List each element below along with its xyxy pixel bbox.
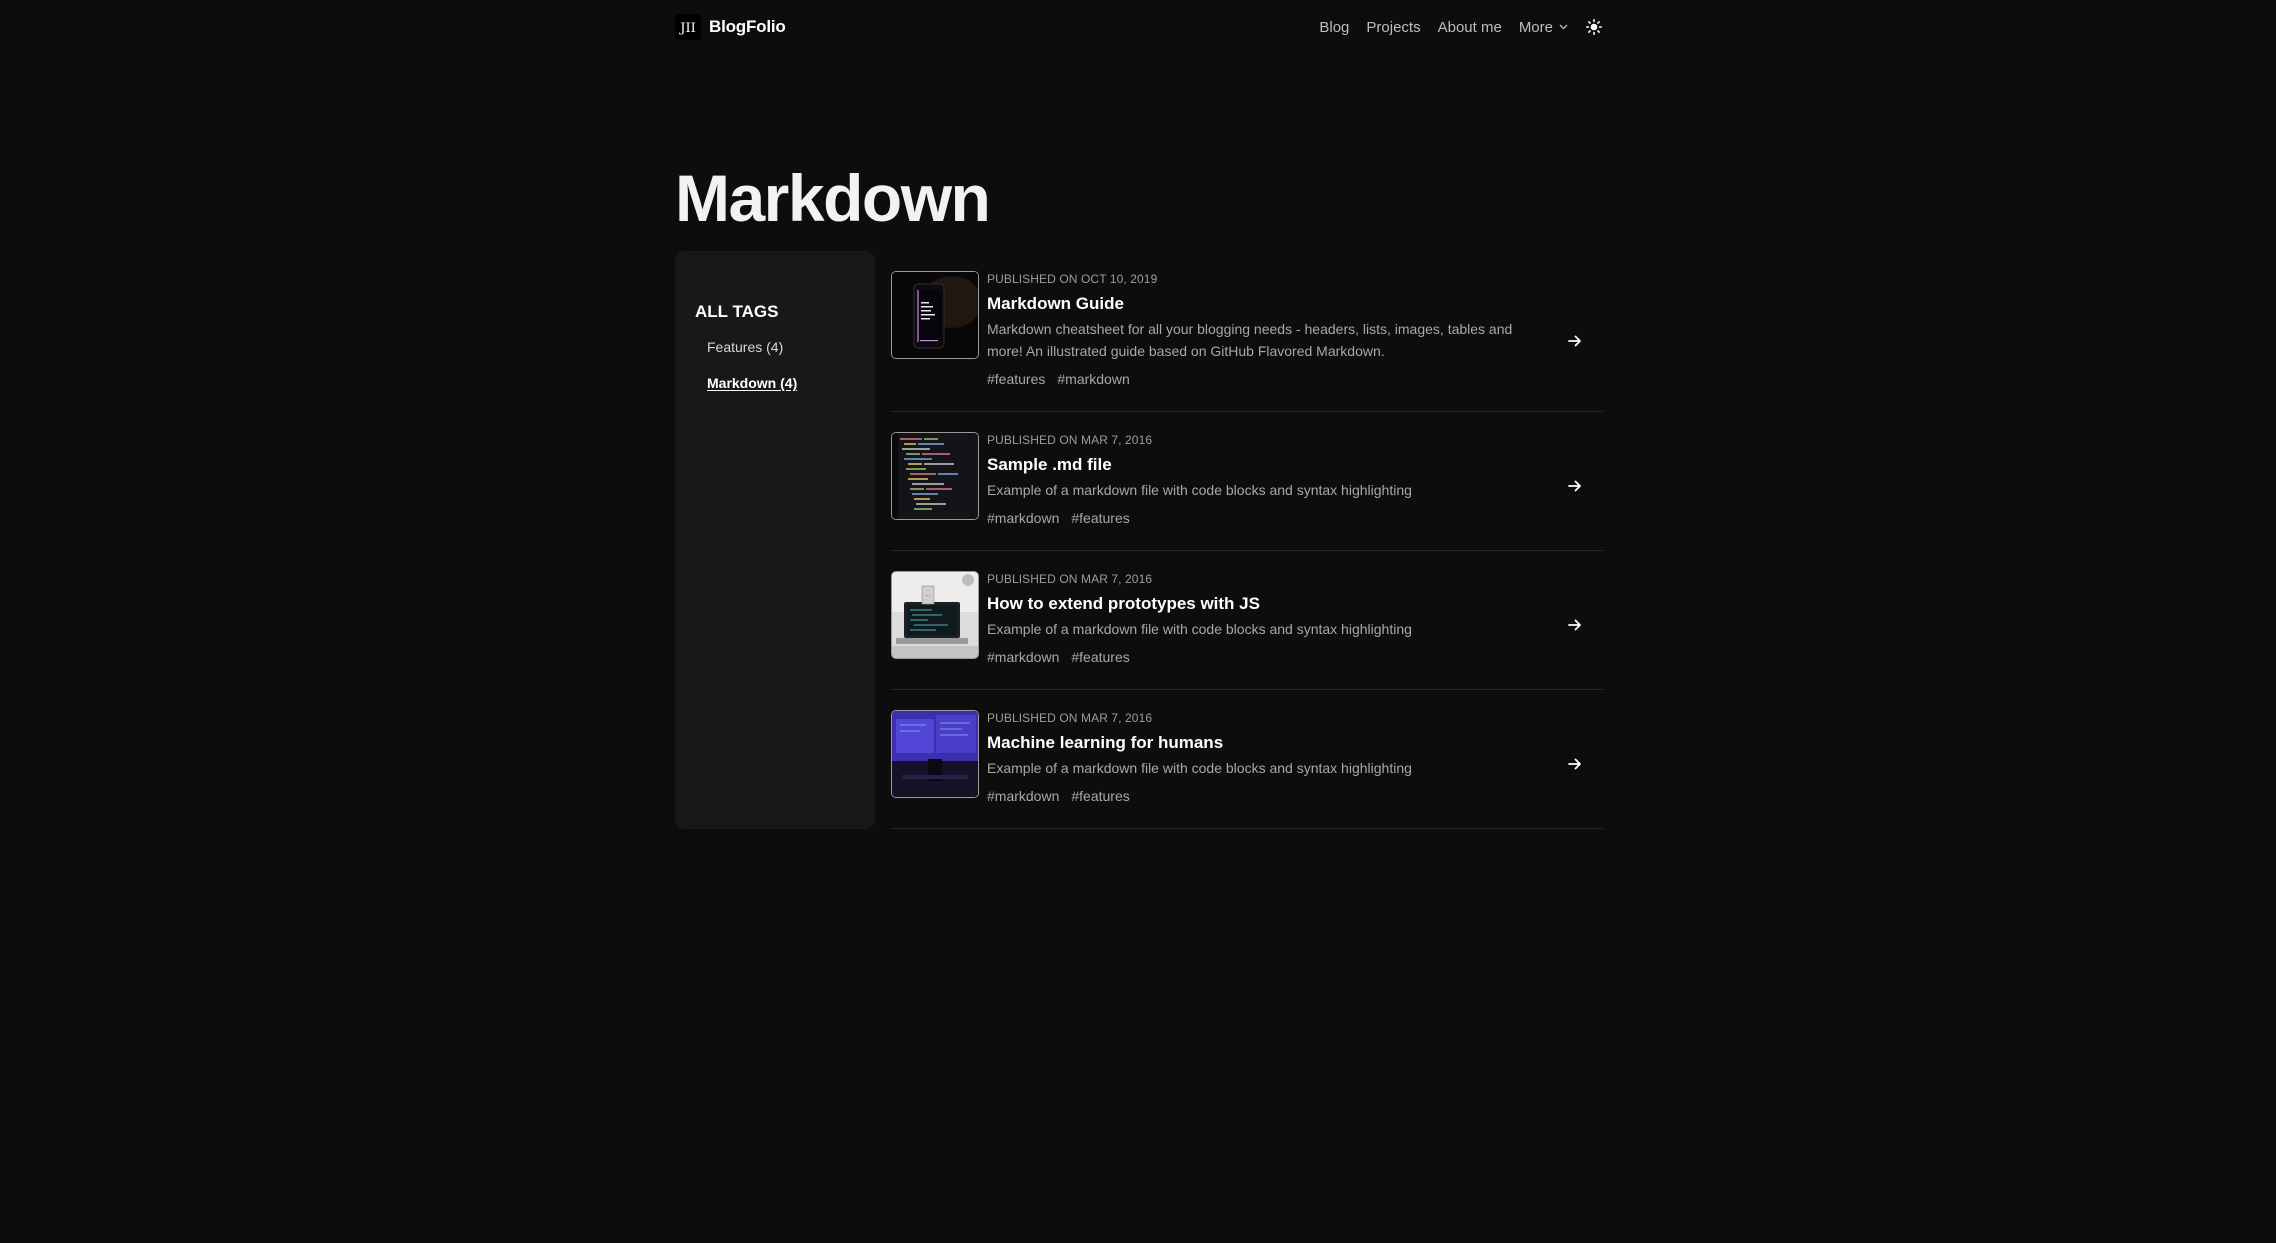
svg-text:⋯: ⋯ [926, 593, 931, 599]
post-item: PUBLISHED ON OCT 10, 2019 Markdown Guide… [891, 251, 1603, 412]
nav-blog[interactable]: Blog [1319, 19, 1349, 36]
post-tag[interactable]: #features [1071, 649, 1129, 665]
post-thumbnail[interactable] [891, 271, 979, 359]
post-excerpt: Example of a markdown file with code blo… [987, 482, 1412, 498]
nav-more-dropdown[interactable]: More [1519, 19, 1568, 36]
nav-more-label: More [1518, 18, 1553, 36]
sun-icon [1586, 19, 1602, 35]
post-body: PUBLISHED ON MAR 7, 2016 Sample .md file… [987, 432, 1547, 526]
nav-projects[interactable]: Projects [1366, 19, 1420, 36]
post-tag[interactable]: #features [1071, 510, 1129, 526]
post-tag[interactable]: #markdown [987, 510, 1059, 526]
brand-logo: JII [675, 14, 701, 40]
post-thumbnail-image [892, 433, 978, 519]
post-list: PUBLISHED ON OCT 10, 2019 Markdown Guide… [891, 251, 1603, 829]
nav-about-me[interactable]: About me [1438, 19, 1502, 36]
page-title: Markdown [675, 161, 991, 235]
post-body: PUBLISHED ON MAR 7, 2016 How to extend p… [987, 571, 1547, 665]
post-excerpt: Markdown cheatsheet for all your bloggin… [987, 321, 1513, 359]
sidebar-heading: ALL TAGS [695, 302, 779, 321]
post-item: PUBLISHED ON MAR 7, 2016 Machine learnin… [891, 690, 1603, 829]
post-excerpt: Example of a markdown file with code blo… [987, 760, 1412, 776]
post-thumbnail-image [892, 711, 978, 797]
post-item: PUBLISHED ON MAR 7, 2016 Sample .md file… [891, 412, 1603, 551]
post-date: PUBLISHED ON MAR 7, 2016 [987, 711, 1153, 725]
post-thumbnail[interactable] [891, 710, 979, 798]
post-tags: #markdown #features [987, 649, 1547, 665]
arrow-right-icon[interactable] [1567, 333, 1583, 349]
arrow-right-icon[interactable] [1567, 617, 1583, 633]
post-tag[interactable]: #markdown [987, 649, 1059, 665]
post-thumbnail-image [892, 272, 978, 358]
tag-link-features[interactable]: Features (4) [707, 339, 783, 355]
page: JII BlogFolio Blog Projects About me Mor… [0, 0, 2276, 1243]
post-title-link[interactable]: Markdown Guide [987, 293, 1547, 315]
post-tag[interactable]: #features [1071, 788, 1129, 804]
post-body: PUBLISHED ON OCT 10, 2019 Markdown Guide… [987, 271, 1547, 387]
post-tags: #features #markdown [987, 371, 1547, 387]
post-thumbnail[interactable] [891, 432, 979, 520]
brand-link[interactable]: JII BlogFolio [675, 14, 786, 40]
post-excerpt: Example of a markdown file with code blo… [987, 621, 1412, 637]
site-header: JII BlogFolio Blog Projects About me Mor… [675, 13, 1603, 41]
main-nav: Blog Projects About me More [1302, 18, 1603, 36]
tag-item: Features (4) [707, 339, 797, 375]
post-thumbnail-image: ⋯ [892, 572, 978, 658]
brand-name: BlogFolio [709, 17, 786, 36]
tags-sidebar: ALL TAGS Features (4) Markdown (4) [675, 251, 875, 829]
post-date: PUBLISHED ON MAR 7, 2016 [987, 572, 1153, 586]
arrow-right-icon[interactable] [1567, 478, 1583, 494]
post-tag[interactable]: #markdown [987, 788, 1059, 804]
post-body: PUBLISHED ON MAR 7, 2016 Machine learnin… [987, 710, 1547, 804]
post-title-link[interactable]: Machine learning for humans [987, 732, 1547, 754]
post-date: PUBLISHED ON OCT 10, 2019 [987, 272, 1158, 286]
chevron-down-icon [1559, 24, 1568, 30]
post-tag[interactable]: #features [987, 371, 1045, 387]
tag-list: Features (4) Markdown (4) [707, 339, 797, 411]
post-tags: #markdown #features [987, 510, 1547, 526]
post-tag[interactable]: #markdown [1057, 371, 1129, 387]
tag-item: Markdown (4) [707, 375, 797, 411]
post-title-link[interactable]: How to extend prototypes with JS [987, 593, 1547, 615]
arrow-right-icon[interactable] [1567, 756, 1583, 772]
post-thumbnail[interactable]: ⋯ [891, 571, 979, 659]
tag-link-markdown[interactable]: Markdown (4) [707, 375, 797, 391]
post-tags: #markdown #features [987, 788, 1547, 804]
post-item: ⋯ PUBLISHED ON MAR 7, 2016 How to extend… [891, 551, 1603, 690]
post-date: PUBLISHED ON MAR 7, 2016 [987, 433, 1153, 447]
logo-text: JII [678, 21, 695, 36]
theme-toggle-button[interactable] [1585, 18, 1603, 36]
post-title-link[interactable]: Sample .md file [987, 454, 1547, 476]
